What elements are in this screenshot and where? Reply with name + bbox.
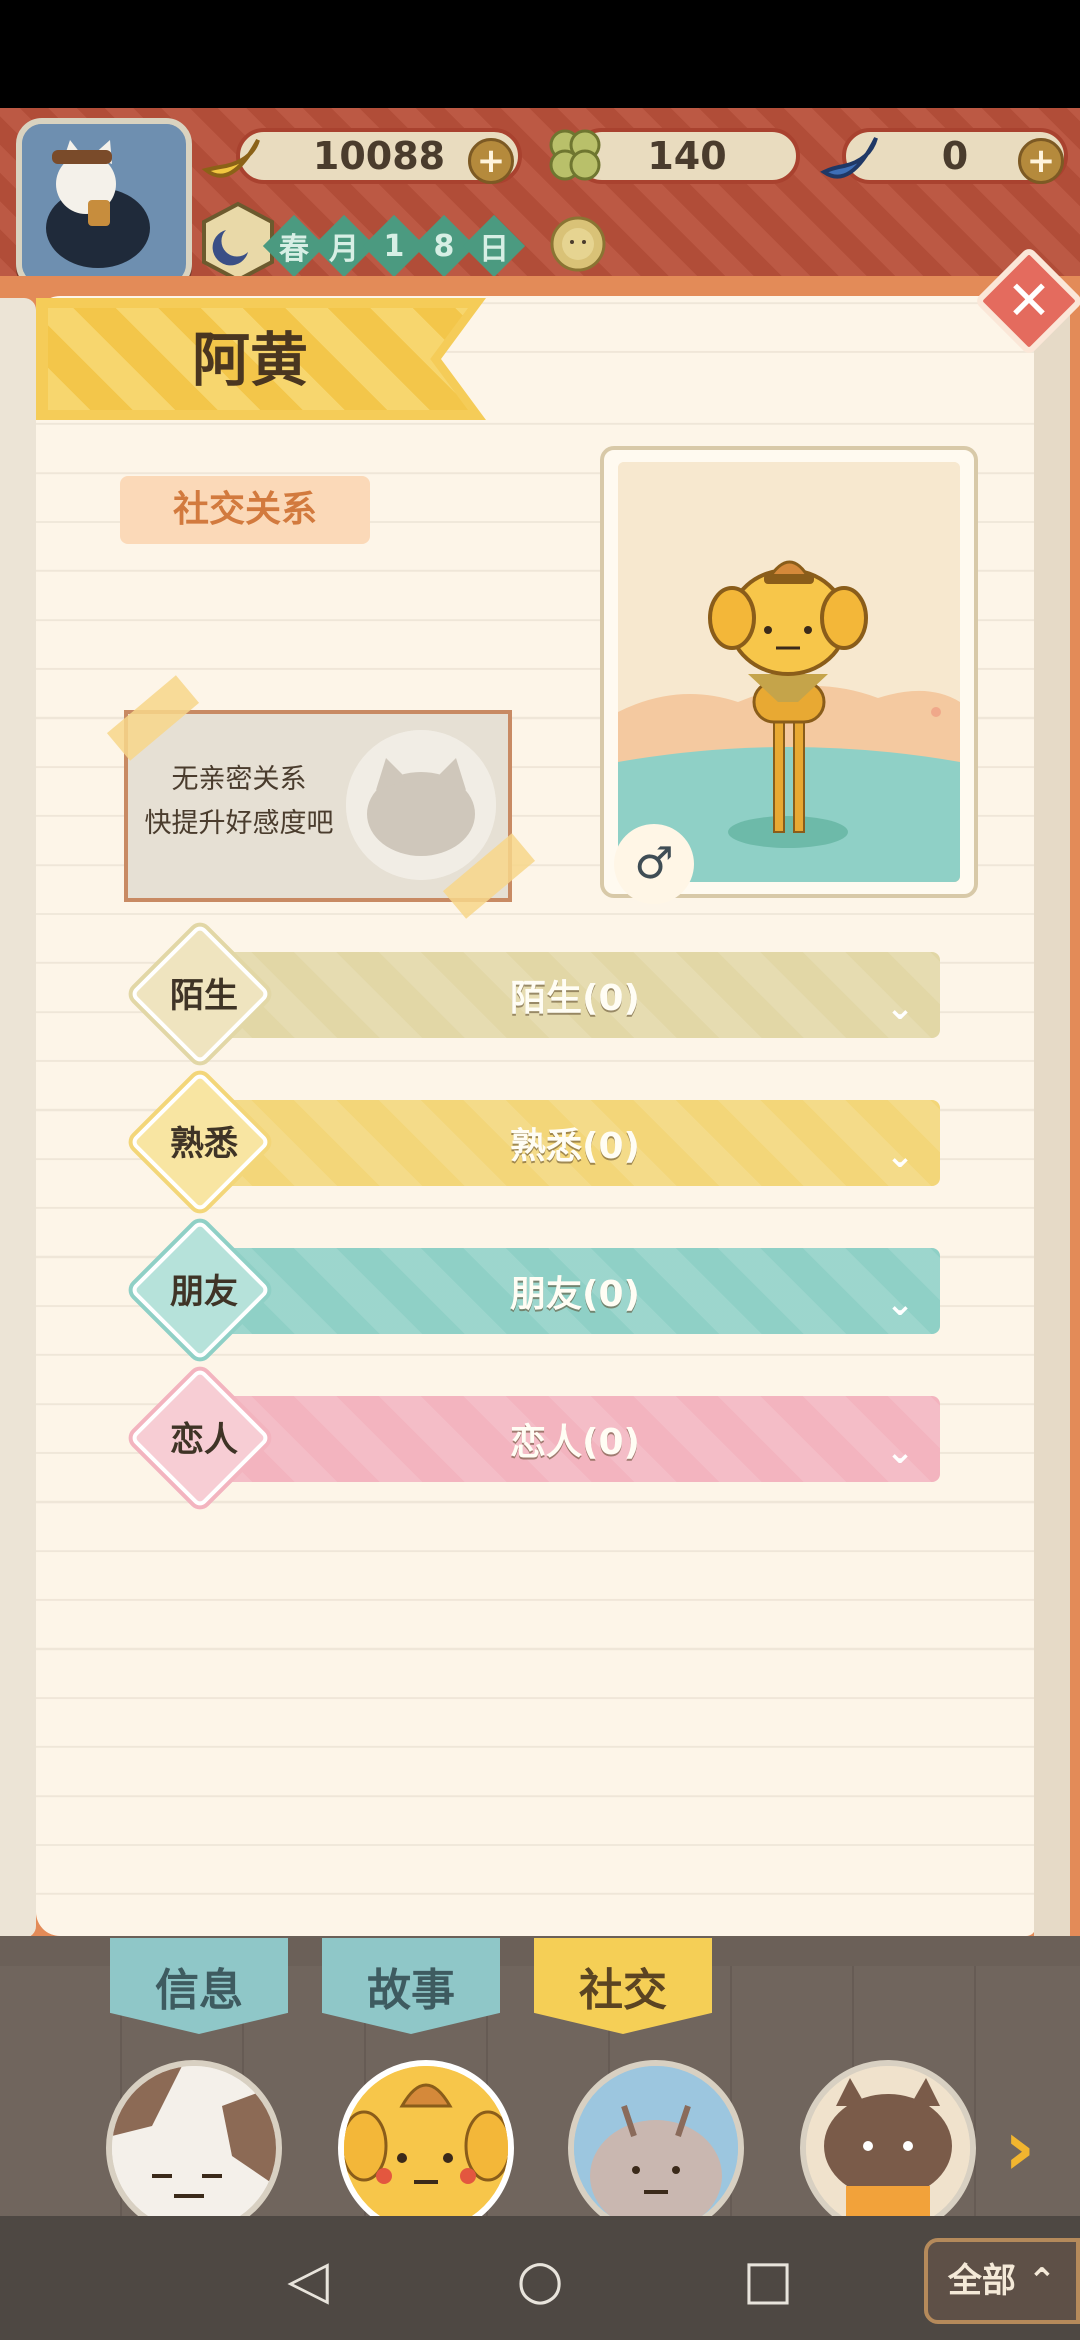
- next-characters-arrow[interactable]: ›: [1004, 2108, 1064, 2188]
- close-icon[interactable]: ✕: [990, 262, 1068, 340]
- relationship-row-stranger[interactable]: 陌生(0): [210, 952, 940, 1038]
- recent-apps-button[interactable]: □: [728, 2240, 808, 2320]
- chevron-down-icon[interactable]: ⌄: [882, 1434, 918, 1470]
- male-icon: ♂: [614, 824, 694, 904]
- calendar-date: 春 月 1 8 日: [262, 214, 540, 278]
- home-button[interactable]: ○: [500, 2240, 580, 2320]
- relationship-label: 恋人: [170, 1420, 238, 1460]
- add-bananas-button[interactable]: +: [468, 138, 514, 184]
- show-all-button[interactable]: 全部 ⌃: [924, 2238, 1080, 2324]
- back-button[interactable]: ◁: [268, 2240, 348, 2320]
- relationship-count: 陌生(0): [510, 978, 640, 1019]
- blue-banana-count: 0: [941, 134, 969, 178]
- status-bar: [0, 0, 1080, 108]
- relationship-label: 朋友: [170, 1272, 238, 1312]
- page-binding: [1034, 296, 1070, 1936]
- banana-icon: [196, 120, 266, 194]
- clover-icon: [540, 120, 610, 194]
- chevron-down-icon[interactable]: ⌄: [882, 1138, 918, 1174]
- character-avatar-bug[interactable]: [568, 2060, 744, 2236]
- add-blue-bananas-button[interactable]: +: [1018, 138, 1064, 184]
- note-text: 无亲密关系 快提升好感度吧: [134, 758, 344, 846]
- relationship-count: 朋友(0): [510, 1274, 640, 1315]
- relationship-count: 恋人(0): [510, 1422, 640, 1463]
- note-line-2: 快提升好感度吧: [144, 808, 334, 839]
- banana-count: 10088: [312, 134, 446, 178]
- relationship-count: 熟悉(0): [510, 1126, 640, 1167]
- relationship-label: 熟悉: [170, 1124, 238, 1164]
- note-line-1: 无亲密关系: [171, 764, 307, 795]
- date-cell: 日: [462, 214, 526, 278]
- tab-label: 社交: [579, 1965, 667, 2016]
- avatar-cat-icon: [22, 124, 174, 272]
- cat-silhouette: [346, 730, 496, 880]
- character-avatar-raccoon[interactable]: [800, 2060, 976, 2236]
- character-avatar-cow-cat[interactable]: [106, 2060, 282, 2236]
- relationship-label: 陌生: [170, 976, 238, 1016]
- character-portrait: [618, 462, 960, 882]
- chevron-down-icon[interactable]: ⌄: [882, 1286, 918, 1322]
- character-avatar-ahuang[interactable]: [338, 2060, 514, 2236]
- section-label: 社交关系: [120, 476, 370, 544]
- relationship-row-lover[interactable]: 恋人(0): [210, 1396, 940, 1482]
- clover-count: 140: [647, 134, 727, 178]
- character-name: 阿黄: [191, 326, 308, 394]
- tab-label: 故事: [367, 1965, 455, 2016]
- cat-face-icon: [346, 730, 496, 880]
- relationship-row-friend[interactable]: 朋友(0): [210, 1248, 940, 1334]
- chevron-down-icon[interactable]: ⌄: [882, 990, 918, 1026]
- tab-label: 信息: [155, 1965, 243, 2016]
- page-edge: [0, 298, 36, 1938]
- sun-weather-icon: [546, 212, 610, 280]
- relationship-row-acquaintance[interactable]: 熟悉(0): [210, 1100, 940, 1186]
- player-avatar[interactable]: [16, 118, 192, 290]
- blue-banana-icon: [814, 120, 884, 194]
